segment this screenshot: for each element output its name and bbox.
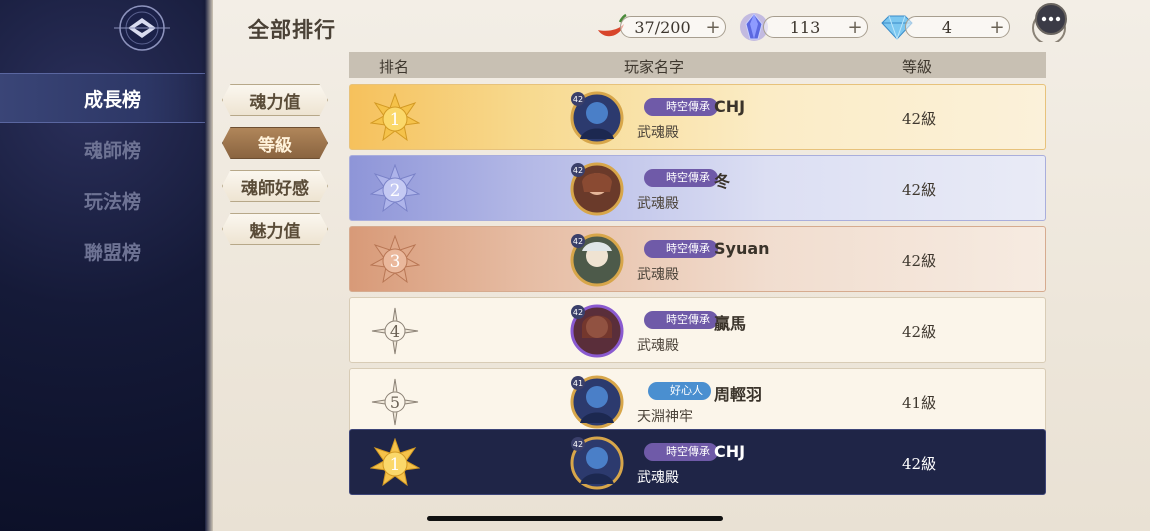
header-player-name: 玩家名字	[624, 58, 685, 76]
header-level: 等級	[902, 58, 933, 76]
avatar-level: 42	[573, 166, 583, 175]
sidebar-item-label: 玩法榜	[83, 190, 141, 213]
avatar-level: 42	[573, 440, 583, 449]
player-level: 42級	[902, 252, 937, 270]
soul-crystal-bar: 113 +	[763, 16, 868, 38]
table-row[interactable]: 1 42 時空傳承 CHJ 武魂殿 42級	[349, 84, 1046, 150]
player-avatar[interactable]: 42	[570, 233, 624, 287]
player-name: 冬	[714, 172, 731, 191]
player-guild: 天淵神牢	[637, 409, 693, 425]
filter-charm[interactable]: 魅力值	[222, 213, 328, 245]
sidebar-item-label: 成長榜	[83, 88, 141, 111]
table-row[interactable]: 2 42 時空傳承 冬 武魂殿 42級	[349, 155, 1046, 221]
sidebar-item-label: 聯盟榜	[83, 241, 141, 264]
soul-crystal-plus-button[interactable]: +	[846, 17, 864, 38]
table-row[interactable]: 3 42 時空傳承 Syuan 武魂殿 42級	[349, 226, 1046, 292]
header-rank: 排名	[379, 58, 410, 76]
player-avatar[interactable]: 42	[570, 304, 624, 358]
rank-number: 1	[390, 455, 401, 475]
title-badge: 時空傳承	[644, 443, 718, 461]
title-badge: 時空傳承	[644, 311, 718, 329]
chat-icon[interactable]	[1030, 2, 1068, 42]
player-level: 42級	[902, 323, 937, 341]
avatar-level: 42	[573, 308, 583, 317]
diamond-plus-button[interactable]: +	[988, 17, 1006, 38]
player-level: 42級	[902, 110, 937, 128]
sidebar-item-growth[interactable]: 成長榜	[0, 73, 205, 123]
player-level: 42級	[902, 181, 937, 199]
title-badge: 時空傳承	[644, 169, 718, 187]
rank-number: 2	[390, 181, 401, 201]
filter-label: 魂力值	[249, 92, 301, 113]
stamina-value: 37/200	[634, 17, 691, 37]
avatar-level: 42	[573, 95, 583, 104]
page-title: 全部排行	[248, 17, 336, 42]
rank-medal-gold-icon: 1	[370, 93, 420, 142]
player-guild: 武魂殿	[637, 470, 679, 486]
title-badge: 時空傳承	[644, 240, 718, 258]
rank-medal-gold-icon: 1	[370, 438, 420, 487]
avatar-level: 42	[573, 237, 583, 246]
player-name: 周輕羽	[714, 385, 763, 404]
filter-soul-power[interactable]: 魂力值	[222, 84, 328, 116]
player-avatar[interactable]: 42	[570, 162, 624, 216]
table-row[interactable]: 5 41 好心人 周輕羽 天淵神牢 41級	[349, 368, 1046, 434]
filter-label: 魅力值	[249, 221, 301, 242]
player-avatar[interactable]: 42	[570, 91, 624, 145]
rank-number: 4	[390, 322, 400, 341]
stamina-bar: 37/200 +	[620, 16, 726, 38]
stamina-plus-button[interactable]: +	[704, 17, 722, 38]
home-indicator[interactable]	[427, 516, 723, 521]
sidebar-item-label: 魂師榜	[83, 139, 141, 162]
rank-compass-icon: 4	[371, 307, 419, 355]
filter-label: 等級	[258, 135, 292, 156]
filter-label: 魂師好感	[241, 178, 309, 199]
player-avatar[interactable]: 41	[570, 375, 624, 429]
player-name: CHJ	[714, 442, 746, 461]
sidebar-item-alliance[interactable]: 聯盟榜	[0, 226, 205, 276]
player-guild: 武魂殿	[637, 338, 679, 354]
player-name: Syuan	[714, 239, 770, 258]
title-badge: 好心人	[648, 382, 711, 400]
rank-number: 3	[390, 252, 401, 272]
rank-number: 5	[390, 393, 400, 412]
avatar-level: 41	[573, 379, 583, 388]
soul-crystal-value: 113	[789, 17, 821, 37]
table-row[interactable]: 4 42 時空傳承 贏馬 武魂殿 42級	[349, 297, 1046, 363]
sidebar-item-soul-master[interactable]: 魂師榜	[0, 124, 205, 174]
self-rank-row[interactable]: 1 42 時空傳承 CHJ 武魂殿 42級	[349, 429, 1046, 495]
player-level: 42級	[902, 455, 937, 473]
title-badge: 時空傳承	[644, 98, 718, 116]
diamond-bar: 4 +	[905, 16, 1010, 38]
back-emblem-icon[interactable]	[106, 0, 178, 60]
player-name: CHJ	[714, 97, 746, 116]
player-guild: 武魂殿	[637, 125, 679, 141]
rank-medal-silver-icon: 2	[370, 164, 420, 213]
player-guild: 武魂殿	[637, 196, 679, 212]
sidebar-item-gameplay[interactable]: 玩法榜	[0, 175, 205, 225]
rank-compass-icon: 5	[371, 378, 419, 426]
panel-divider	[205, 0, 213, 531]
sidebar: 成長榜 魂師榜 玩法榜 聯盟榜	[0, 0, 215, 531]
filter-level[interactable]: 等級	[222, 127, 328, 159]
rank-number: 1	[390, 110, 401, 130]
player-avatar[interactable]: 42	[570, 436, 624, 490]
player-name: 贏馬	[714, 314, 747, 333]
table-header: 排名 玩家名字 等級	[349, 52, 1046, 78]
filter-soul-master-affinity[interactable]: 魂師好感	[222, 170, 328, 202]
player-guild: 武魂殿	[637, 267, 679, 283]
rank-medal-bronze-icon: 3	[370, 235, 420, 284]
player-level: 41級	[902, 394, 937, 412]
diamond-value: 4	[941, 17, 953, 37]
